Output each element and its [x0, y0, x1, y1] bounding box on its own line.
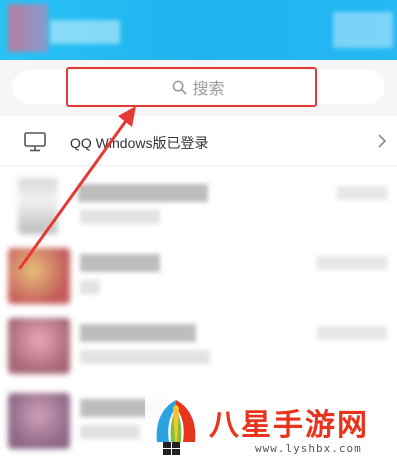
windows-login-label: QQ Windows版已登录: [70, 135, 209, 151]
search-bar[interactable]: 搜索: [12, 70, 385, 104]
search-placeholder: 搜索: [192, 81, 225, 98]
user-avatar[interactable]: [8, 4, 48, 52]
chevron-right-icon: [378, 134, 387, 148]
chat-list-item[interactable]: [0, 310, 397, 380]
watermark-title: 八星手游网: [209, 409, 369, 442]
chat-time: [317, 256, 387, 270]
chat-time: [317, 326, 387, 340]
search-icon: [173, 80, 187, 94]
header-actions[interactable]: [333, 12, 393, 48]
chat-time: [337, 186, 387, 200]
chat-name: [78, 184, 208, 202]
chat-avatar: [8, 393, 70, 449]
monitor-icon: [24, 132, 46, 152]
chat-preview: [80, 280, 100, 294]
chat-name: [80, 324, 196, 342]
chat-name: [80, 254, 160, 272]
watermark-url: www.lyshbx.com: [255, 442, 362, 455]
chat-avatar: [8, 318, 70, 374]
app-header: [0, 0, 397, 60]
windows-login-row[interactable]: QQ Windows版已登录: [0, 122, 397, 162]
chat-avatar: [18, 178, 58, 234]
chat-preview: [80, 425, 140, 439]
user-nickname: [50, 20, 120, 44]
chat-list-item[interactable]: [0, 170, 397, 240]
chat-preview: [80, 350, 210, 364]
divider: [0, 165, 397, 166]
chat-preview: [80, 210, 160, 224]
site-logo-icon: [156, 400, 196, 455]
chat-avatar: [8, 248, 70, 304]
search-area: 搜索: [0, 60, 397, 116]
site-watermark: 八星手游网 www.lyshbx.com: [145, 396, 397, 459]
chat-list-item[interactable]: [0, 240, 397, 310]
